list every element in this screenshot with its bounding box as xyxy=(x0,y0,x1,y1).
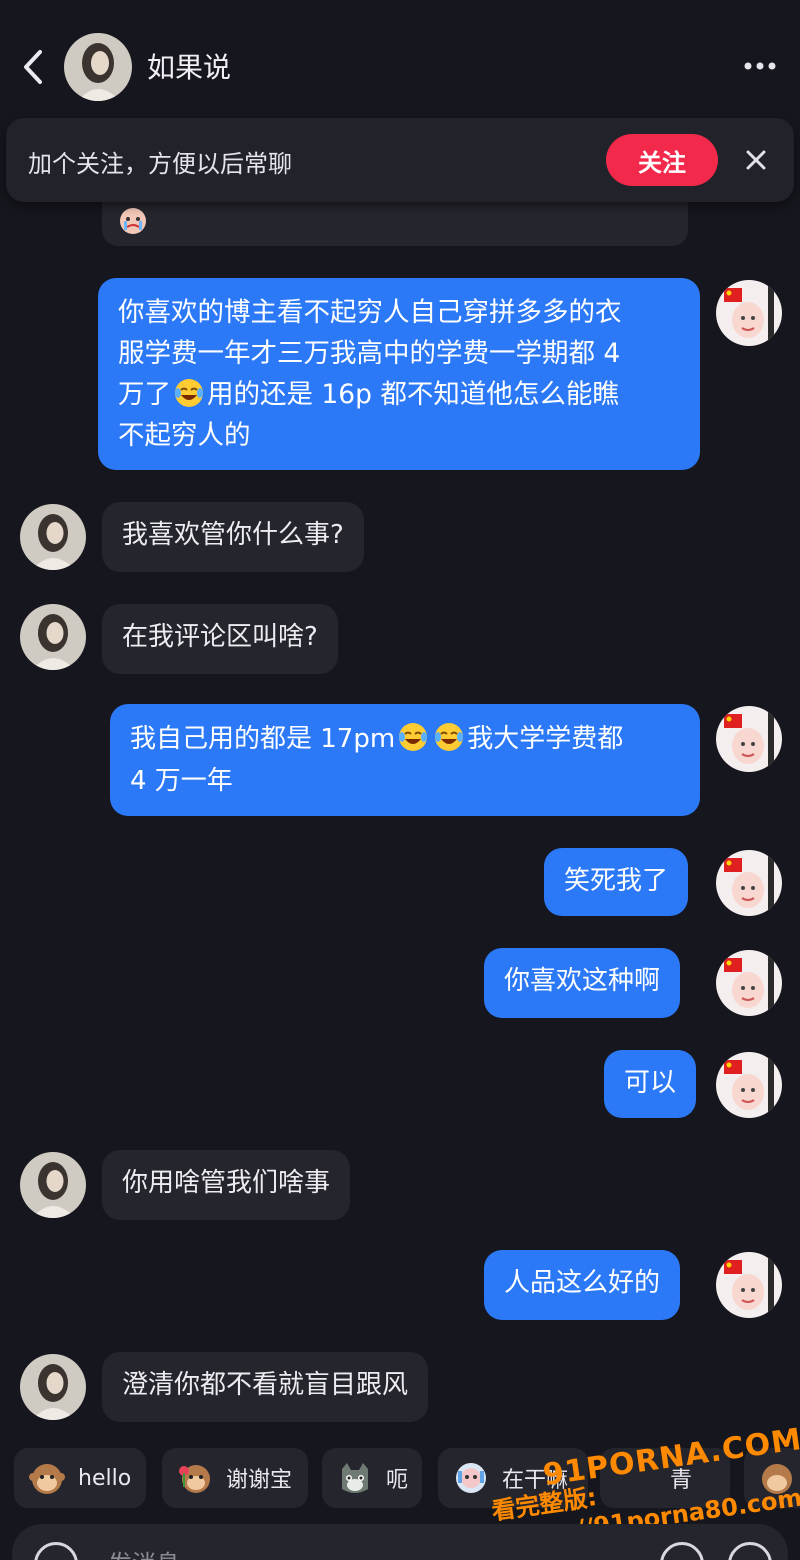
message-line: 你喜欢的博主看不起穷人自己穿拼多多的衣 xyxy=(118,297,622,328)
message-text: 在我评论区叫啥? xyxy=(122,622,318,652)
message-text: 你用啥管我们啥事 xyxy=(122,1168,331,1198)
message-bubble-received[interactable]: 在我评论区叫啥? xyxy=(102,604,338,674)
message-text: 我喜欢管你什么事? xyxy=(122,520,344,550)
quick-reply-hello[interactable]: hello xyxy=(14,1448,146,1508)
contact-avatar[interactable] xyxy=(20,1354,86,1420)
voice-icon[interactable] xyxy=(34,1542,78,1560)
message-bubble-sent[interactable]: 你喜欢的博主看不起穷人自己穿拼多多的衣 服学费一年才三万我高中的学费一学期都 4… xyxy=(98,278,700,470)
cat-emoji-icon xyxy=(341,1463,368,1493)
message-line-with-emoji: 万了 用的还是 16p 都不知道他怎么能瞧 xyxy=(118,374,680,415)
message-line: 不起穷人的 xyxy=(118,420,251,451)
my-avatar[interactable] xyxy=(716,706,782,772)
message-text: 人品这么好的 xyxy=(504,1268,661,1298)
monkey-flower-emoji-icon xyxy=(179,1465,210,1493)
close-icon[interactable] xyxy=(738,142,774,178)
message-bubble-sent[interactable]: 你喜欢这种啊 xyxy=(484,948,681,1018)
message-bubble-sent[interactable]: 我自己用的都是 17pm 我大学学费都 4 万一年 xyxy=(110,704,700,816)
contact-avatar[interactable] xyxy=(20,604,86,670)
chat-header: 如果说 xyxy=(0,0,800,130)
monkey-emoji-icon xyxy=(29,1464,65,1494)
crying-emoji-icon xyxy=(120,208,146,234)
quick-reply-label: hello xyxy=(78,1465,132,1491)
my-avatar[interactable] xyxy=(716,1052,782,1118)
message-text: 笑死我了 xyxy=(564,866,669,896)
message-bubble-received[interactable]: 澄清你都不看就盲目跟风 xyxy=(102,1352,429,1422)
message-text: 用的还是 16p 都不知道他怎么能瞧 xyxy=(207,379,619,410)
add-icon[interactable] xyxy=(728,1542,772,1560)
message-bubble-sent[interactable]: 笑死我了 xyxy=(544,848,689,916)
message-text: 我自己用的都是 17pm xyxy=(130,724,396,754)
laughing-tears-emoji-icon xyxy=(175,379,203,407)
message-input[interactable]: 发消息 xyxy=(108,1544,180,1560)
message-bubble-received[interactable]: 你用啥管我们啥事 xyxy=(102,1150,351,1220)
message-text: 可以 xyxy=(624,1068,677,1098)
more-options-icon[interactable] xyxy=(738,48,782,84)
quick-reply-label: 谢谢宝 xyxy=(226,1468,293,1493)
follow-button[interactable]: 关注 xyxy=(606,134,718,186)
contact-name: 如果说 xyxy=(147,51,232,84)
emoji-icon[interactable] xyxy=(660,1542,704,1560)
follow-banner-text: 加个关注，方便以后常聊 xyxy=(28,150,292,178)
my-avatar[interactable] xyxy=(716,1252,782,1318)
my-avatar[interactable] xyxy=(716,280,782,346)
quick-reply-thanks[interactable]: 谢谢宝 xyxy=(162,1448,308,1508)
message-line-with-emoji: 我自己用的都是 17pm 我大学学费都 xyxy=(130,718,680,760)
back-icon[interactable] xyxy=(14,42,54,92)
message-line: 服学费一年才三万我高中的学费一学期都 4 xyxy=(118,338,621,369)
contact-avatar[interactable] xyxy=(20,504,86,570)
quick-reply-uh[interactable]: 呃 xyxy=(322,1448,422,1508)
contact-avatar[interactable] xyxy=(64,33,132,101)
message-line: 4 万一年 xyxy=(130,766,233,796)
my-avatar[interactable] xyxy=(716,850,782,916)
laughing-tears-emoji-icon xyxy=(399,723,428,751)
laughing-tears-emoji-icon xyxy=(435,723,464,751)
message-bubble-sent[interactable]: 可以 xyxy=(604,1050,697,1118)
astronaut-emoji-icon xyxy=(456,1463,486,1493)
message-input-bar[interactable]: 发消息 xyxy=(12,1524,788,1560)
contact-avatar[interactable] xyxy=(20,1152,86,1218)
message-text: 我大学学费都 xyxy=(467,724,624,754)
quick-reply-label: 呃 xyxy=(385,1468,408,1493)
my-avatar[interactable] xyxy=(716,950,782,1016)
follow-banner: 加个关注，方便以后常聊 关注 xyxy=(6,118,794,202)
message-bubble-received[interactable]: 我喜欢管你什么事? xyxy=(102,502,364,572)
message-text: 澄清你都不看就盲目跟风 xyxy=(122,1370,409,1400)
message-bubble-sent[interactable]: 人品这么好的 xyxy=(484,1250,681,1320)
message-text: 你喜欢这种啊 xyxy=(504,966,661,996)
message-text: 万了 xyxy=(118,379,171,410)
